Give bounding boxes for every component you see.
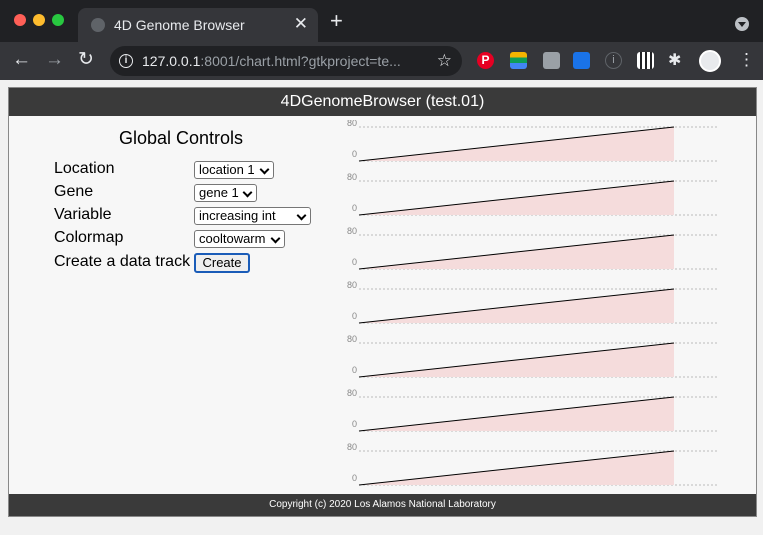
app-footer: Copyright (c) 2020 Los Alamos National L… [9,494,756,516]
y-tick-label-max: 80 [347,120,357,128]
browser-tab-bar: 4D Genome Browser ✕ + [0,0,763,42]
chart-extension-icon[interactable] [573,52,590,69]
variable-select[interactable]: increasing int [194,207,311,225]
profile-avatar[interactable] [699,50,721,72]
y-tick-label-max: 80 [347,226,357,236]
tab-title: 4D Genome Browser [114,17,245,33]
close-window-button[interactable] [14,14,26,26]
window-extension-icon[interactable] [543,52,560,69]
reload-button[interactable]: ↻ [78,49,94,71]
gene-select[interactable]: gene 1 [194,184,257,202]
site-info-icon[interactable]: i [119,54,133,68]
y-tick-label-max: 80 [347,388,357,398]
bookmark-star-icon[interactable]: ☆ [437,51,452,71]
tracks-chart: 80 0 80 0 80 0 80 0 80 0 80 0 80 0 [347,120,719,486]
colormap-label: Colormap [54,229,124,246]
colormap-select[interactable]: cooltowarm [194,230,285,248]
close-tab-icon[interactable]: ✕ [294,14,308,34]
y-tick-label-min: 0 [352,473,357,483]
y-tick-label-max: 80 [347,172,357,182]
maximize-window-button[interactable] [52,14,64,26]
stack-extension-icon[interactable] [510,52,527,69]
forward-button[interactable]: → [45,49,64,71]
location-select[interactable]: location 1 [194,161,274,179]
y-tick-label-min: 0 [352,419,357,429]
info-extension-icon[interactable]: i [605,52,622,69]
pinterest-extension-icon[interactable]: P [477,52,494,69]
y-tick-label-min: 0 [352,311,357,321]
controls-heading: Global Controls [119,128,244,148]
back-button[interactable]: ← [12,49,31,71]
minimize-window-button[interactable] [33,14,45,26]
y-tick-label-max: 80 [347,442,357,452]
y-tick-label-min: 0 [352,149,357,159]
app-container: 4DGenomeBrowser (test.01) Global Control… [8,87,757,517]
create-track-label: Create a data track [54,253,191,270]
variable-label: Variable [54,206,112,223]
y-tick-label-min: 0 [352,257,357,267]
page-viewport: 4DGenomeBrowser (test.01) Global Control… [0,80,763,535]
y-tick-label-max: 80 [347,280,357,290]
globe-icon [91,18,105,32]
qr-extension-icon[interactable] [637,52,654,69]
gene-label: Gene [54,183,94,200]
create-button[interactable]: Create [194,253,250,273]
data-tracks: 80 0 80 0 80 0 80 0 80 0 80 0 80 0 [339,120,719,492]
extensions-puzzle-icon[interactable]: ✱ [668,50,681,70]
location-label: Location [54,160,115,177]
browser-menu-icon[interactable]: ⋮ [738,50,755,70]
y-tick-label-min: 0 [352,365,357,375]
y-tick-label-min: 0 [352,203,357,213]
browser-tab[interactable]: 4D Genome Browser ✕ [78,8,318,42]
address-bar[interactable]: i 127.0.0.1:8001/chart.html?gtkproject=t… [110,46,462,76]
browser-toolbar: ← → ↻ i 127.0.0.1:8001/chart.html?gtkpro… [0,42,763,80]
y-tick-label-max: 80 [347,334,357,344]
tab-search-icon[interactable] [735,17,749,31]
app-title: 4DGenomeBrowser (test.01) [9,88,756,116]
url-text[interactable]: 127.0.0.1:8001/chart.html?gtkproject=te.… [142,53,401,69]
new-tab-button[interactable]: + [330,10,343,32]
